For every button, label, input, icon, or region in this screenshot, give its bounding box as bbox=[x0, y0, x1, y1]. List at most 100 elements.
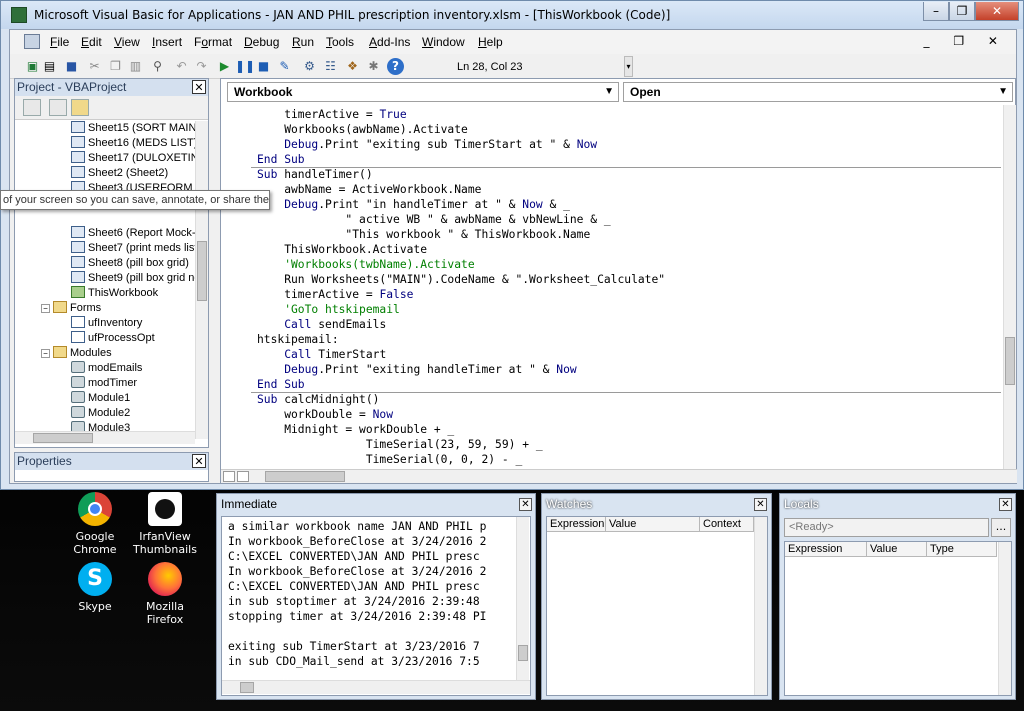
save-icon[interactable]: ■ bbox=[63, 58, 80, 75]
tree-item[interactable]: Sheet15 (SORT MAIN) bbox=[71, 121, 195, 136]
desktop-icon-chrome[interactable]: Google Chrome bbox=[60, 492, 130, 556]
menu-run[interactable]: Run bbox=[292, 35, 314, 49]
help-icon[interactable]: ? bbox=[387, 58, 404, 75]
mdi-window-controls[interactable]: _ ❐ ✕ bbox=[924, 34, 1008, 48]
immediate-vscrollbar[interactable] bbox=[516, 517, 529, 680]
undo-icon[interactable]: ↶ bbox=[173, 58, 190, 75]
column-header[interactable]: Type bbox=[927, 542, 997, 557]
immediate-output[interactable]: a similar workbook name JAN AND PHIL p In… bbox=[221, 516, 531, 696]
collapse-icon[interactable]: − bbox=[41, 349, 50, 358]
close-pane-icon[interactable]: ✕ bbox=[192, 454, 206, 468]
close-pane-icon[interactable]: ✕ bbox=[999, 498, 1012, 511]
menu-insert[interactable]: Insert bbox=[152, 35, 182, 49]
find-icon[interactable]: ⚲ bbox=[149, 58, 166, 75]
column-header[interactable]: Expression bbox=[547, 517, 606, 532]
paste-icon[interactable]: ▥ bbox=[127, 58, 144, 75]
tree-item[interactable]: Sheet6 (Report Mock-u bbox=[71, 226, 195, 241]
scroll-thumb[interactable] bbox=[197, 241, 207, 301]
call-stack-button[interactable]: ... bbox=[991, 518, 1011, 537]
scroll-thumb[interactable] bbox=[1005, 337, 1015, 385]
object-browser-icon[interactable]: ❖ bbox=[344, 58, 361, 75]
reset-icon[interactable]: ■ bbox=[255, 58, 272, 75]
scroll-thumb[interactable] bbox=[33, 433, 93, 443]
project-tree-hscrollbar[interactable] bbox=[15, 431, 195, 444]
code-vscrollbar[interactable] bbox=[1003, 105, 1016, 469]
collapse-icon[interactable]: − bbox=[41, 304, 50, 313]
break-icon[interactable]: ❚❚ bbox=[235, 58, 255, 75]
tree-item[interactable]: Module1 bbox=[71, 391, 130, 406]
tree-item[interactable]: Sheet7 (print meds list bbox=[71, 241, 195, 256]
tree-folder[interactable]: − Modules bbox=[41, 346, 112, 361]
desktop-icon-skype[interactable]: S Skype bbox=[60, 562, 130, 613]
tree-item[interactable]: Sheet8 (pill box grid) bbox=[71, 256, 189, 271]
standard-toolbar: ▣ ▤ ■ ✂ ❐ ▥ ⚲ ↶ ↷ ▶ ❚❚ ■ ✎ ⚙ ☷ ❖ ✱ ? Ln … bbox=[10, 54, 635, 79]
scroll-thumb[interactable] bbox=[518, 645, 528, 661]
close-window-icon[interactable]: ✕ bbox=[975, 2, 1019, 21]
full-module-view-icon[interactable] bbox=[237, 471, 249, 482]
project-explorer-icon[interactable]: ⚙ bbox=[301, 58, 318, 75]
menu-tools[interactable]: Tools bbox=[326, 35, 354, 49]
run-icon[interactable]: ▶ bbox=[216, 58, 233, 75]
close-pane-icon[interactable]: ✕ bbox=[192, 80, 206, 94]
desktop-icon-irfanview[interactable]: IrfanView Thumbnails bbox=[130, 492, 200, 556]
tree-item[interactable]: Sheet9 (pill box grid nc bbox=[71, 271, 195, 286]
close-pane-icon[interactable]: ✕ bbox=[519, 498, 532, 511]
toolbox-icon[interactable]: ✱ bbox=[365, 58, 382, 75]
tree-item[interactable]: Sheet17 (DULOXETINE bbox=[71, 151, 195, 166]
column-header[interactable]: Context bbox=[700, 517, 754, 532]
insert-userform-icon[interactable]: ▤ bbox=[41, 58, 58, 75]
scroll-thumb[interactable] bbox=[240, 682, 254, 693]
menu-addins[interactable]: Add-Ins bbox=[369, 35, 410, 49]
tree-item[interactable]: Module2 bbox=[71, 406, 130, 421]
tree-folder[interactable]: − Forms bbox=[41, 301, 101, 316]
menu-debug[interactable]: Debug bbox=[244, 35, 279, 49]
tree-item[interactable]: ThisWorkbook bbox=[71, 286, 158, 301]
watches-vscrollbar[interactable] bbox=[754, 517, 767, 695]
locals-vscrollbar[interactable] bbox=[998, 542, 1011, 695]
desktop-icon-firefox[interactable]: Mozilla Firefox bbox=[130, 562, 200, 626]
project-tree-vscrollbar[interactable] bbox=[195, 121, 208, 439]
code-hscrollbar[interactable] bbox=[221, 469, 1017, 483]
view-code-icon[interactable] bbox=[23, 99, 41, 116]
column-header[interactable]: Value bbox=[606, 517, 700, 532]
minimize-icon[interactable]: – bbox=[923, 2, 949, 21]
menu-help[interactable]: Help bbox=[478, 35, 503, 49]
procedure-dropdown[interactable]: Open ▼ bbox=[623, 82, 1013, 102]
column-header[interactable]: Expression bbox=[785, 542, 867, 557]
scroll-thumb[interactable] bbox=[265, 471, 345, 482]
restore-icon[interactable]: ❐ bbox=[949, 2, 975, 21]
close-pane-icon[interactable]: ✕ bbox=[754, 498, 767, 511]
cut-icon[interactable]: ✂ bbox=[86, 58, 103, 75]
redo-icon[interactable]: ↷ bbox=[193, 58, 210, 75]
copy-icon[interactable]: ❐ bbox=[107, 58, 124, 75]
toggle-folders-icon[interactable] bbox=[71, 99, 89, 116]
toolbar-options-icon[interactable]: ▾ bbox=[624, 56, 633, 77]
worksheet-icon bbox=[71, 166, 85, 178]
watches-list[interactable]: Expression Value Context bbox=[546, 516, 768, 696]
menu-view[interactable]: View bbox=[114, 35, 140, 49]
code-editor[interactable]: timerActive = True Workbooks(awbName).Ac… bbox=[221, 105, 1001, 469]
locals-list[interactable]: Expression Value Type bbox=[784, 541, 1012, 696]
immediate-hscrollbar[interactable] bbox=[222, 680, 530, 694]
tree-item[interactable]: Module3 bbox=[71, 421, 130, 431]
object-dropdown[interactable]: Workbook ▼ bbox=[227, 82, 619, 102]
procedure-view-icon[interactable] bbox=[223, 471, 235, 482]
tree-item[interactable]: Sheet2 (Sheet2) bbox=[71, 166, 168, 181]
tree-item[interactable]: Sheet16 (MEDS LIST) bbox=[71, 136, 195, 151]
tree-item[interactable]: modEmails bbox=[71, 361, 142, 376]
design-mode-icon[interactable]: ✎ bbox=[276, 58, 293, 75]
tree-item[interactable]: ufProcessOpt bbox=[71, 331, 155, 346]
title-bar[interactable]: Microsoft Visual Basic for Applications … bbox=[1, 1, 1023, 29]
view-excel-icon[interactable]: ▣ bbox=[24, 58, 41, 75]
menu-format[interactable]: Format bbox=[194, 35, 232, 49]
menu-file[interactable]: File bbox=[50, 35, 69, 49]
properties-window-icon[interactable]: ☷ bbox=[322, 58, 339, 75]
column-header[interactable]: Value bbox=[867, 542, 927, 557]
tree-item[interactable]: ufInventory bbox=[71, 316, 142, 331]
menu-window[interactable]: Window bbox=[422, 35, 465, 49]
tree-item[interactable]: modTimer bbox=[71, 376, 137, 391]
system-menu-icon[interactable] bbox=[24, 34, 40, 49]
menu-edit[interactable]: Edit bbox=[81, 35, 102, 49]
code-line: TimeSerial(0, 0, 2) - _ bbox=[257, 453, 523, 466]
view-object-icon[interactable] bbox=[49, 99, 67, 116]
